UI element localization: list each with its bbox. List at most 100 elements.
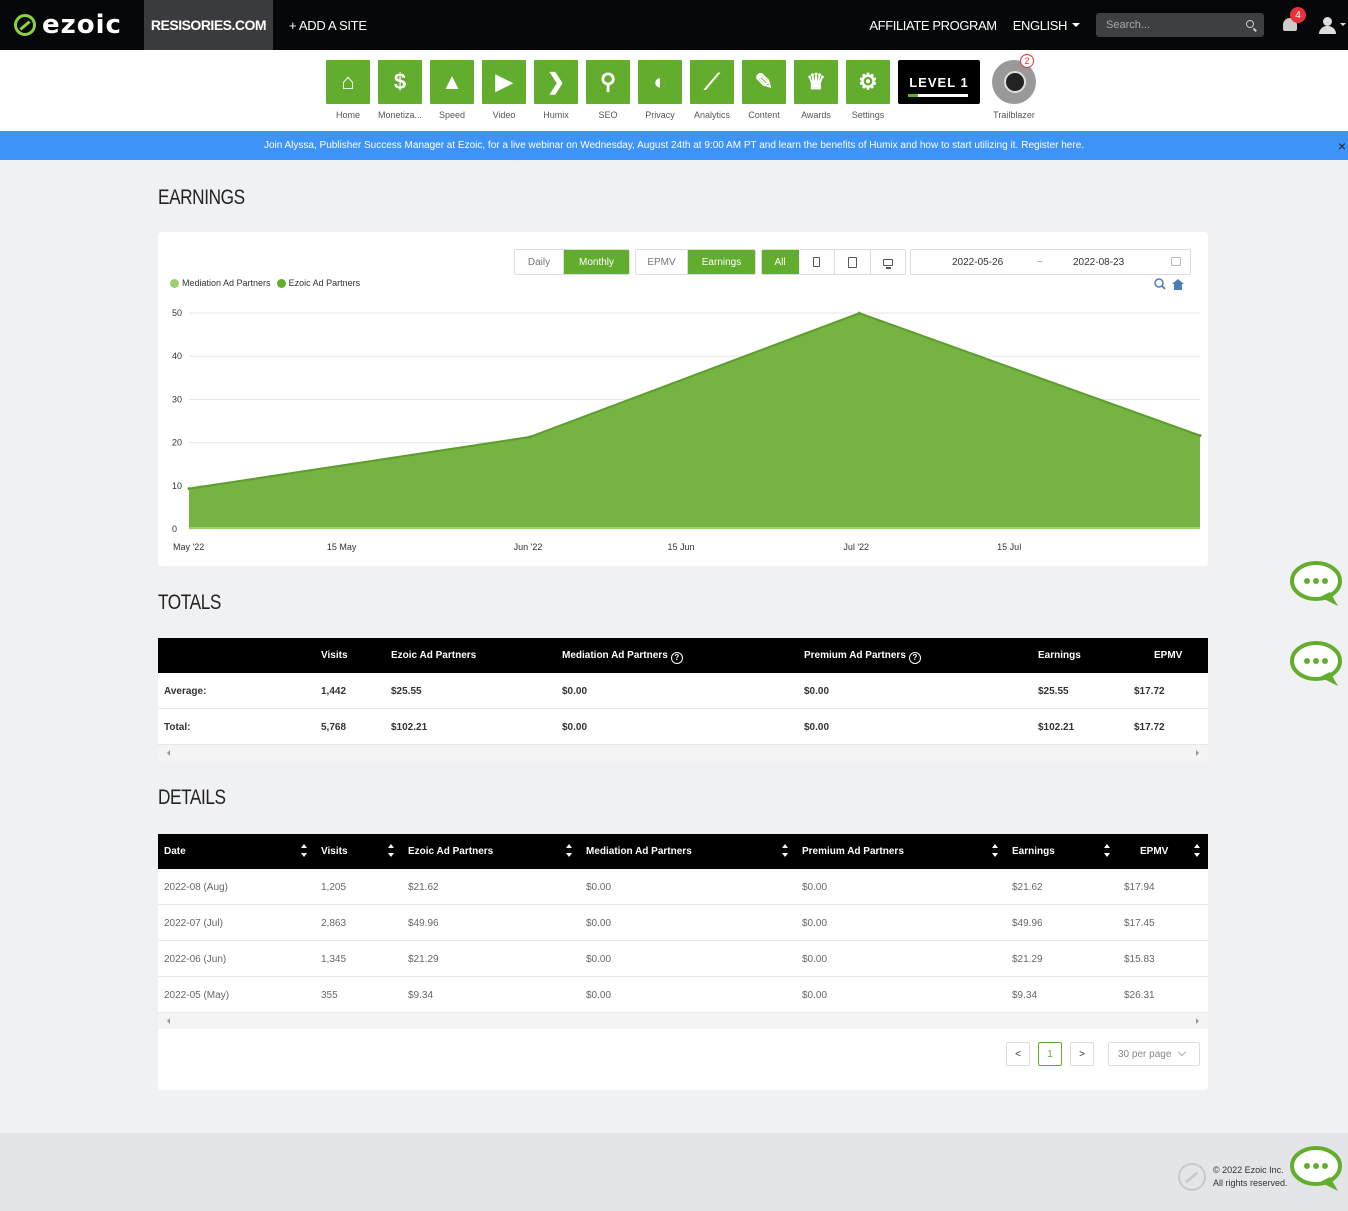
data-point [857,311,861,315]
totals-scrollbar[interactable] [158,745,1208,761]
nav-item-home[interactable]: ⌂ Home [326,60,370,120]
nav-item-settings[interactable]: ⚙ Settings [846,60,890,120]
table-cell: $0.00 [802,882,828,893]
daily-button[interactable]: Daily [515,250,564,274]
nav-item-seo[interactable]: ⚲ SEO [586,60,630,120]
monthly-button[interactable]: Monthly [564,250,629,274]
home-icon: ⌂ [326,60,370,104]
table-cell: $15.83 [1124,954,1155,965]
earnings-area-chart: 0 10 20 30 40 50 May '22 15 May Jun '22 15 Jun Jul… [172,308,1202,552]
table-cell: $0.00 [562,722,588,733]
details-header-date[interactable]: Date [164,846,186,857]
help-icon[interactable]: ? [908,652,921,664]
details-header-visits[interactable]: Visits [321,846,348,857]
per-page-select[interactable]: 30 per page [1108,1042,1200,1066]
table-row: 2022-08 (Aug) 1,205 $21.62 $0.00 $0.00 $21.62… [158,869,1208,905]
nav-label: Video [492,110,516,120]
earnings-chart-card: Daily Monthly EPMV Earnings All 2022-05-… [158,232,1208,566]
nav-label: Humix [543,110,569,120]
sort-icon[interactable] [565,844,573,858]
sort-icon[interactable] [387,844,395,858]
sort-icon[interactable] [300,844,308,858]
register-link[interactable]: Register here. [1021,140,1084,151]
date-range-picker[interactable]: 2022-05-26 ~ 2022-08-23 [910,249,1191,275]
details-header: Date Visits Ezoic Ad Partners Mediation … [158,834,1208,869]
totals-header: Visits Ezoic Ad Partners Mediation Ad Pa… [158,638,1208,673]
site-selector[interactable]: RESISORIES.COM [144,0,273,50]
affiliate-program-link[interactable]: AFFILIATE PROGRAM [869,18,997,33]
ezoic-logo[interactable]: ezoic [0,0,144,50]
nav-item-video[interactable]: ▶ Video [482,60,526,120]
data-point [187,487,191,491]
x-tick-label: May '22 [173,542,204,552]
chat-icon[interactable] [1290,560,1344,608]
search-icon[interactable] [1246,20,1254,28]
table-row: 2022-06 (Jun) 1,345 $21.29 $0.00 $0.00 $21.29… [158,941,1208,977]
level-badge[interactable]: LEVEL 1 [898,60,980,104]
sort-icon[interactable] [991,844,999,858]
details-header-epmv[interactable]: EPMV [1140,846,1168,857]
earnings-title: EARNINGS [158,186,245,209]
prev-page-button[interactable]: < [1006,1042,1030,1066]
sort-icon[interactable] [1103,844,1111,858]
totals-header-epmv: EPMV [1154,650,1183,661]
nav-item-privacy[interactable]: ◐ Privacy [638,60,682,120]
table-cell: $0.00 [802,990,828,1001]
epmv-button[interactable]: EPMV [636,250,688,274]
chat-icon[interactable] [1290,1145,1344,1193]
totals-header-visits: Visits [321,650,348,661]
video-icon: ▶ [482,60,526,104]
table-cell: $17.72 [1134,722,1165,733]
page-1-button[interactable]: 1 [1038,1042,1062,1066]
trailblazer-button[interactable]: 2 Trailblazer [990,54,1038,120]
details-scrollbar[interactable] [158,1013,1208,1029]
period-toggle: Daily Monthly [514,249,630,275]
mobile-button[interactable] [799,250,835,274]
y-tick-label: 20 [172,438,182,448]
details-header-ezoic[interactable]: Ezoic Ad Partners [408,846,493,857]
earnings-button[interactable]: Earnings [688,250,755,274]
table-cell: $17.94 [1124,882,1155,893]
nav-item-humix[interactable]: ❯ Humix [534,60,578,120]
sort-icon[interactable] [781,844,789,858]
notifications-button[interactable]: 4 [1280,7,1306,35]
nav-item-analytics[interactable]: ⟋ Analytics [690,60,734,120]
next-page-button[interactable]: > [1070,1042,1094,1066]
table-cell: $9.34 [408,990,434,1001]
chart-zoom-controls [1154,278,1184,290]
totals-header-premium: Premium Ad Partners? [804,650,921,664]
desktop-button[interactable] [871,250,905,274]
copyright: © 2022 Ezoic Inc. All rights reserved. [1213,1164,1288,1190]
details-title: DETAILS [158,786,226,809]
series-area-ezoic [189,313,1200,529]
totals-header-ezoic: Ezoic Ad Partners [391,650,477,661]
details-header-premium[interactable]: Premium Ad Partners [802,846,904,857]
close-icon[interactable]: × [1338,138,1346,154]
zoom-icon[interactable] [1154,278,1166,290]
add-site-link[interactable]: + ADD A SITE [289,18,367,33]
help-icon[interactable]: ? [670,652,683,664]
all-devices-button[interactable]: All [762,250,799,274]
sort-icon[interactable] [1193,844,1201,858]
legend-mediation[interactable]: Mediation Ad Partners [182,278,271,288]
table-cell: 5,768 [321,722,347,733]
table-cell: $21.29 [1012,954,1043,965]
banner-text: Join Alyssa, Publisher Success Manager a… [263,140,1019,151]
nav-item-awards[interactable]: ♛ Awards [794,60,838,120]
reset-zoom-home-icon[interactable] [1172,279,1184,290]
chat-icon[interactable] [1290,640,1344,688]
nav-item-content[interactable]: ✎ Content [742,60,786,120]
table-cell: $0.00 [802,918,828,929]
table-row: Average: 1,442 $25.55 $0.00 $0.00 $25.55 $17.7… [158,673,1208,709]
data-point [1198,434,1202,438]
legend-ezoic[interactable]: Ezoic Ad Partners [289,278,361,288]
desktop-icon [883,258,893,269]
language-dropdown[interactable]: ENGLISH [1013,18,1080,33]
nav-item-speed[interactable]: ▲ Speed [430,60,474,120]
details-header-earnings[interactable]: Earnings [1012,846,1055,857]
user-menu[interactable] [1318,15,1346,35]
search-input[interactable] [1096,13,1236,37]
details-header-mediation[interactable]: Mediation Ad Partners [586,846,692,857]
nav-item-monetiza[interactable]: $ Monetiza... [378,60,422,120]
tablet-button[interactable] [835,250,871,274]
